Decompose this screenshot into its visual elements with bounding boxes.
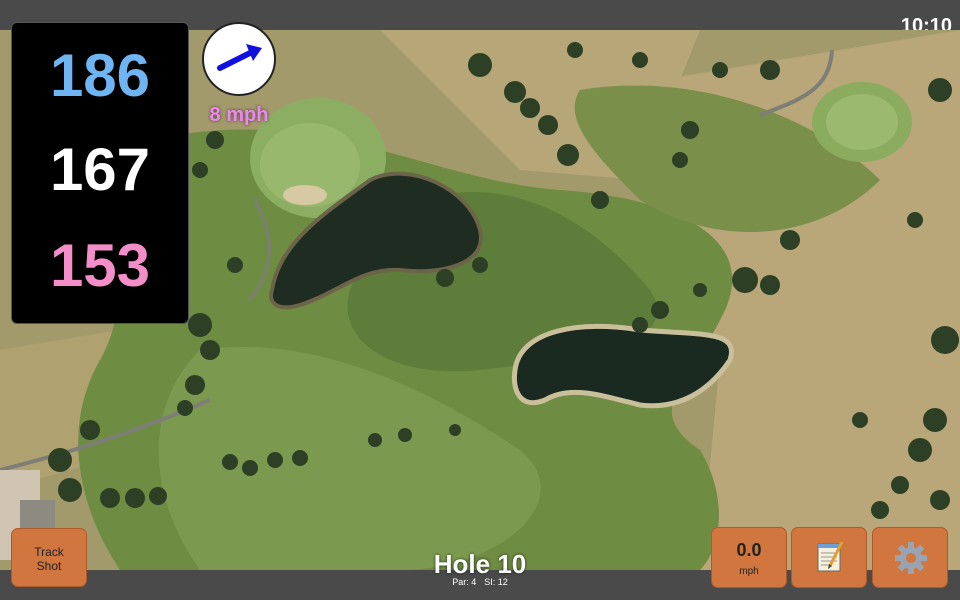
back-distance: 186 [49,42,151,109]
hole-info: Par: 4 SI: 12 [380,577,580,587]
wind-speed-unit: mph [739,566,759,577]
hole-title: Hole 10 [433,549,527,579]
track-shot-button[interactable]: Track Shot [11,528,87,587]
front-distance: 153 [49,232,151,299]
hole-stroke-index: SI: 12 [484,577,508,587]
wind-speed-value: 0.0 [736,540,762,560]
distance-panel: 186 167 153 [11,22,189,324]
wind-direction-arrow-icon [217,44,262,71]
middle-distance: 167 [49,136,151,203]
wind-speed-button[interactable]: 0.0 mph [711,527,787,588]
settings-button[interactable] [872,527,948,588]
hole-par: Par: 4 [452,577,477,587]
notepad-icon [817,541,844,572]
wind-indicator[interactable] [202,22,276,96]
track-shot-label-line2: Shot [36,559,62,573]
track-shot-label-line1: Track [34,545,64,559]
notes-button[interactable] [791,527,867,588]
wind-speed-label: 8 mph [209,104,269,126]
gear-icon [895,542,927,574]
